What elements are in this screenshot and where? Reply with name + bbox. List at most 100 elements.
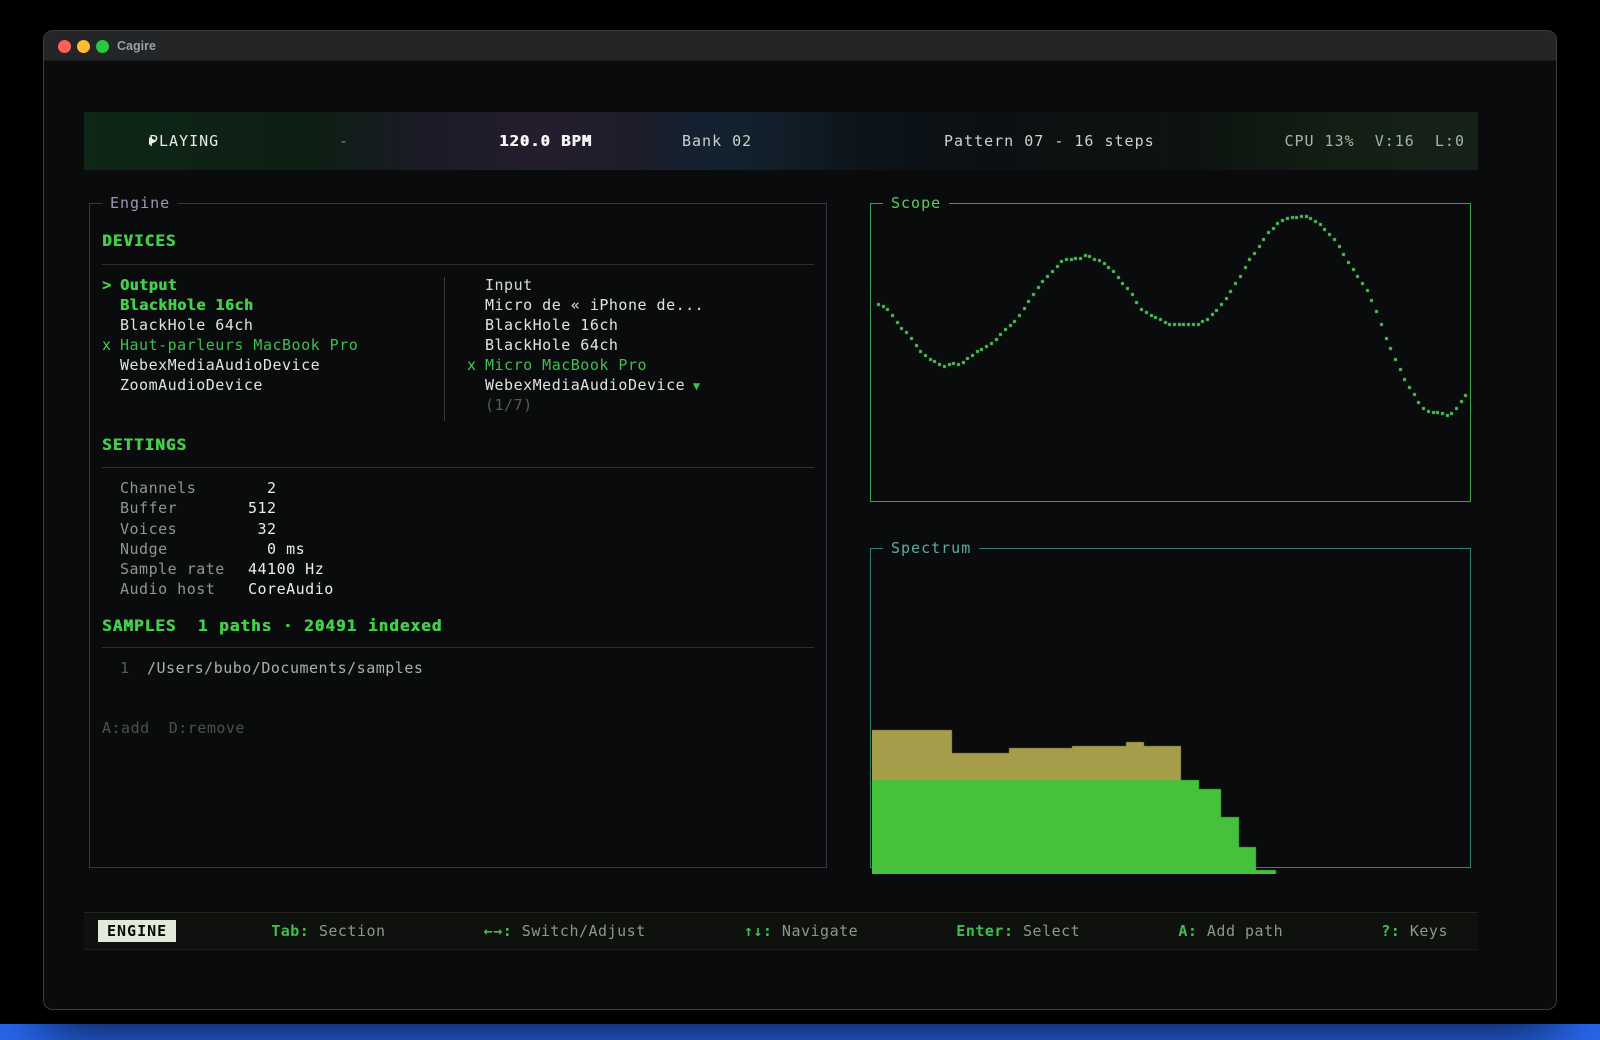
device-row[interactable]: xHaut-parleurs MacBook Pro bbox=[102, 335, 442, 355]
scope-panel: Scope bbox=[870, 195, 1471, 502]
shortcut-label: Keys bbox=[1400, 922, 1448, 940]
settings-list: Channels 2Buffer512Voices 32Nudge 0 msSa… bbox=[120, 478, 334, 600]
shortcut-hint: Enter: Select bbox=[956, 922, 1080, 940]
transport-state-label: PLAYING bbox=[149, 132, 219, 150]
shortcut-key: ←→: bbox=[484, 922, 513, 940]
device-name: Micro MacBook Pro bbox=[485, 356, 647, 374]
shortcut-label: Switch/Adjust bbox=[512, 922, 645, 940]
shortcut-hint: ↑↓: Navigate bbox=[744, 922, 858, 940]
device-column-label: Output bbox=[120, 276, 177, 294]
shortcut-hint: A: Add path bbox=[1178, 922, 1283, 940]
shortcut-hint: ←→: Switch/Adjust bbox=[484, 922, 646, 940]
device-name: BlackHole 16ch bbox=[485, 316, 618, 334]
device-column-header: Input bbox=[467, 275, 817, 295]
app-content: ▶PLAYING - 120.0 BPM Bank 02 Pattern 07 … bbox=[44, 62, 1556, 1010]
scroll-down-icon: ▼ bbox=[685, 379, 700, 393]
shortcut-label: Add path bbox=[1197, 922, 1283, 940]
device-row[interactable]: BlackHole 64ch bbox=[102, 315, 442, 335]
window-titlebar[interactable]: Cagire bbox=[44, 31, 1556, 61]
samples-hint: A:add D:remove bbox=[102, 719, 245, 737]
device-column-label: Input bbox=[485, 276, 533, 294]
devices-heading: DEVICES bbox=[102, 231, 176, 250]
input-device-list: InputMicro de « iPhone de...BlackHole 16… bbox=[467, 275, 817, 415]
shortcut-key: ↑↓: bbox=[744, 922, 773, 940]
bpm-display[interactable]: 120.0 BPM bbox=[499, 132, 592, 150]
divider bbox=[102, 264, 814, 265]
setting-label: Voices bbox=[120, 519, 248, 539]
sample-path-value: /Users/bubo/Documents/samples bbox=[147, 659, 423, 677]
scope-waveform bbox=[872, 205, 1468, 498]
device-row[interactable]: Micro de « iPhone de... bbox=[467, 295, 817, 315]
device-row[interactable]: WebexMediaAudioDevice ▼ bbox=[467, 375, 817, 395]
screen: Cagire ▶PLAYING - 120.0 BPM Bank 02 Patt… bbox=[0, 0, 1600, 1040]
setting-row[interactable]: Channels 2 bbox=[120, 478, 334, 498]
device-row[interactable]: BlackHole 64ch bbox=[467, 335, 817, 355]
setting-row[interactable]: Voices 32 bbox=[120, 519, 334, 539]
bank-display[interactable]: Bank 02 bbox=[682, 132, 752, 150]
device-active-mark: x bbox=[102, 335, 120, 355]
device-name: BlackHole 64ch bbox=[120, 316, 253, 334]
column-divider bbox=[444, 277, 445, 421]
shortcut-key: Tab: bbox=[271, 922, 309, 940]
transport-tick-indicator: - bbox=[339, 132, 348, 150]
sample-paths-list: 1/Users/bubo/Documents/samples bbox=[120, 658, 423, 678]
setting-value: 0 ms bbox=[248, 540, 305, 558]
sample-path-index: 1 bbox=[120, 658, 147, 678]
cpu-stats: CPU 13% V:16 L:0 bbox=[1284, 132, 1465, 150]
setting-row[interactable]: Sample rate44100 Hz bbox=[120, 559, 334, 579]
device-row[interactable]: xMicro MacBook Pro bbox=[467, 355, 817, 375]
device-name: ZoomAudioDevice bbox=[120, 376, 263, 394]
device-name: BlackHole 16ch bbox=[120, 296, 253, 314]
setting-label: Audio host bbox=[120, 579, 248, 599]
setting-value: 32 bbox=[248, 520, 277, 538]
setting-row[interactable]: Buffer512 bbox=[120, 498, 334, 518]
shortcut-key: Enter: bbox=[956, 922, 1013, 940]
shortcut-label: Select bbox=[1013, 922, 1080, 940]
shortcut-hint: ?: Keys bbox=[1381, 922, 1448, 940]
setting-label: Sample rate bbox=[120, 559, 248, 579]
mode-badge[interactable]: ENGINE bbox=[98, 920, 176, 942]
zoom-button[interactable] bbox=[96, 40, 109, 53]
device-name: (1/7) bbox=[485, 396, 533, 414]
device-row[interactable]: WebexMediaAudioDevice bbox=[102, 355, 442, 375]
setting-value: 44100 Hz bbox=[248, 560, 324, 578]
shortcut-hints: Tab: Section ←→: Switch/Adjust ↑↓: Navigat… bbox=[271, 922, 1448, 940]
device-name: Haut-parleurs MacBook Pro bbox=[120, 336, 358, 354]
dock-strip bbox=[0, 1024, 1600, 1040]
device-row[interactable]: BlackHole 16ch bbox=[102, 295, 442, 315]
setting-row[interactable]: Nudge 0 ms bbox=[120, 539, 334, 559]
transport-bar: ▶PLAYING - 120.0 BPM Bank 02 Pattern 07 … bbox=[84, 112, 1478, 170]
device-column-header: >Output bbox=[102, 275, 442, 295]
device-active-mark: x bbox=[467, 355, 485, 375]
minimize-button[interactable] bbox=[77, 40, 90, 53]
spectrum-panel: Spectrum bbox=[870, 540, 1471, 868]
setting-row[interactable]: Audio hostCoreAudio bbox=[120, 579, 334, 599]
pattern-display[interactable]: Pattern 07 - 16 steps bbox=[944, 132, 1155, 150]
shortcut-key: A: bbox=[1178, 922, 1197, 940]
setting-label: Channels bbox=[120, 478, 248, 498]
divider bbox=[102, 467, 814, 468]
setting-value: 2 bbox=[248, 479, 277, 497]
shortcut-hint: Tab: Section bbox=[271, 922, 385, 940]
divider bbox=[102, 647, 814, 648]
device-row[interactable]: BlackHole 16ch bbox=[467, 315, 817, 335]
engine-panel: Engine DEVICES >OutputBlackHole 16chBlac… bbox=[89, 195, 827, 868]
setting-label: Nudge bbox=[120, 539, 248, 559]
shortcut-label: Navigate bbox=[772, 922, 858, 940]
setting-label: Buffer bbox=[120, 498, 248, 518]
device-row[interactable]: (1/7) bbox=[467, 395, 817, 415]
device-row[interactable]: ZoomAudioDevice bbox=[102, 375, 442, 395]
device-name: BlackHole 64ch bbox=[485, 336, 618, 354]
setting-value: 512 bbox=[248, 499, 277, 517]
sample-path-row[interactable]: 1/Users/bubo/Documents/samples bbox=[120, 658, 423, 678]
output-device-list: >OutputBlackHole 16chBlackHole 64chxHaut… bbox=[102, 275, 442, 395]
engine-panel-title: Engine bbox=[102, 195, 178, 212]
cursor-icon: > bbox=[102, 275, 120, 295]
app-window: Cagire ▶PLAYING - 120.0 BPM Bank 02 Patt… bbox=[43, 30, 1557, 1010]
shortcut-key: ?: bbox=[1381, 922, 1400, 940]
device-name: WebexMediaAudioDevice bbox=[120, 356, 320, 374]
close-button[interactable] bbox=[58, 40, 71, 53]
status-bar: ENGINE Tab: Section ←→: Switch/Adjust ↑↓: … bbox=[84, 912, 1478, 950]
spectrum-chart bbox=[872, 550, 1469, 874]
setting-value: CoreAudio bbox=[248, 580, 334, 598]
